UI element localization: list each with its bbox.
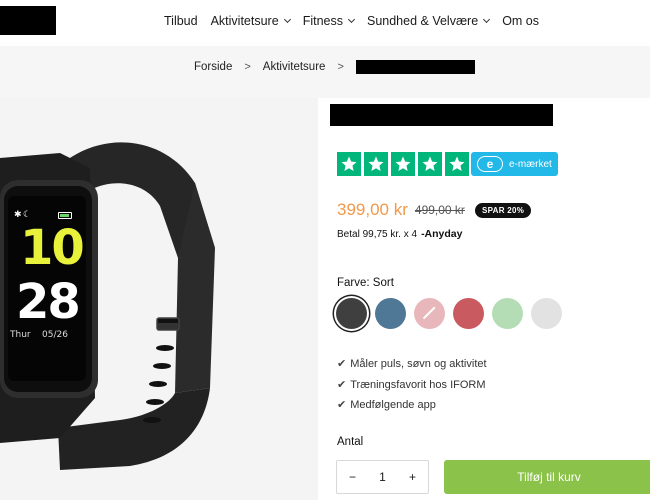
current-price: 399,00 kr [337, 200, 408, 219]
breadcrumb-separator: > [244, 61, 251, 73]
chevron-down-icon [483, 15, 491, 24]
watch-day: Thur [10, 330, 31, 340]
emark-badge[interactable]: e e-mærket [471, 152, 558, 176]
quantity-increase-button[interactable]: + [409, 470, 416, 484]
emark-label: e-mærket [509, 158, 552, 170]
nav-item-om-os[interactable]: Om os [502, 14, 539, 28]
star-icon [445, 152, 469, 176]
installment-info: Betal 99,75 kr. x 4 -Anyday [337, 228, 463, 240]
feature-list: ✔ Måler puls, søvn og aktivitet ✔ Trænin… [337, 354, 487, 416]
color-label-prefix: Farve: [337, 277, 370, 289]
color-selected-value: Sort [372, 277, 394, 289]
watch-hour: 10 [20, 220, 85, 276]
feature-text: Måler puls, søvn og aktivitet [350, 358, 487, 370]
bluetooth-icon: ✱ [14, 210, 22, 220]
logo-redacted[interactable] [0, 6, 56, 35]
checkmark-icon: ✔ [337, 378, 347, 391]
feature-item: ✔ Medfølgende app [337, 395, 487, 416]
feature-item: ✔ Måler puls, søvn og aktivitet [337, 354, 487, 375]
feature-text: Træningsfavorit hos IFORM [350, 378, 486, 391]
feature-item: ✔ Træningsfavorit hos IFORM [337, 375, 487, 396]
breadcrumb-home[interactable]: Forside [194, 61, 232, 73]
moon-icon: ☾ [23, 210, 32, 220]
swatch-grey[interactable] [531, 298, 562, 329]
watch-minute: 28 [16, 274, 81, 330]
color-label: Farve: Sort [337, 277, 394, 289]
installment-text: Betal 99,75 kr. x 4 [337, 228, 418, 240]
nav-item-aktivitetsure[interactable]: Aktivitetsure [210, 14, 291, 28]
nav-label: Tilbud [164, 14, 198, 28]
nav-label: Sundhed & Velvære [366, 14, 479, 28]
main-nav: Tilbud Aktivitetsure Fitness Sundhed & V… [164, 14, 539, 28]
product-image[interactable]: ✱ ☾ 10 28 Thur 05/26 [0, 98, 318, 500]
swatch-blue[interactable] [375, 298, 406, 329]
quantity-decrease-button[interactable]: − [349, 470, 356, 484]
feature-text: Medfølgende app [350, 399, 436, 411]
nav-item-fitness[interactable]: Fitness [302, 14, 356, 28]
anyday-logo[interactable]: -Anyday [421, 228, 462, 240]
save-badge: SPAR 20% [474, 202, 532, 218]
chevron-down-icon [347, 15, 356, 24]
quantity-label: Antal [337, 436, 364, 448]
nav-item-tilbud[interactable]: Tilbud [164, 14, 198, 28]
breadcrumb-current-redacted [355, 60, 475, 74]
unavailable-slash-icon [422, 306, 436, 319]
swatch-black[interactable] [336, 298, 367, 329]
swatch-red[interactable] [453, 298, 484, 329]
breadcrumb-separator: > [337, 61, 344, 73]
emark-logo-icon: e [477, 156, 503, 172]
breadcrumb: Forside > Aktivitetsure > [194, 60, 475, 74]
quantity-stepper: − 1 + [336, 460, 429, 494]
star-icon [364, 152, 388, 176]
swatch-pink[interactable] [414, 298, 445, 329]
checkmark-icon: ✔ [337, 399, 347, 411]
star-icon [418, 152, 442, 176]
trustpilot-stars[interactable] [337, 152, 469, 176]
quantity-input[interactable]: 1 [379, 470, 386, 484]
nav-label: Aktivitetsure [210, 14, 279, 28]
checkmark-icon: ✔ [337, 358, 347, 370]
nav-label: Om os [502, 14, 539, 28]
watch-date: 05/26 [42, 330, 68, 340]
breadcrumb-category[interactable]: Aktivitetsure [263, 61, 326, 73]
nav-label: Fitness [302, 14, 343, 28]
price-row: 399,00 kr 499,00 kr SPAR 20% [337, 200, 532, 220]
star-icon [391, 152, 415, 176]
color-swatches [336, 298, 562, 329]
site-header: Tilbud Aktivitetsure Fitness Sundhed & V… [0, 0, 650, 46]
nav-item-sundhed[interactable]: Sundhed & Velvære [366, 14, 491, 28]
battery-icon [58, 212, 72, 219]
original-price: 499,00 kr [414, 203, 465, 217]
chevron-down-icon [283, 15, 291, 24]
star-icon [337, 152, 361, 176]
product-title-redacted [330, 104, 553, 126]
add-to-cart-button[interactable]: Tilføj til kurv [444, 460, 650, 494]
swatch-green[interactable] [492, 298, 523, 329]
breadcrumb-bar: Forside > Aktivitetsure > [0, 46, 650, 98]
